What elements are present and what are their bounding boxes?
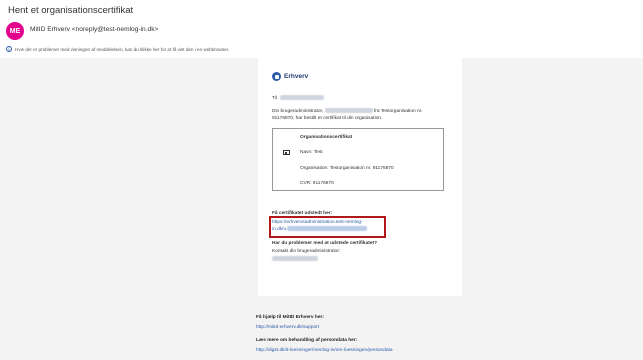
redacted-recipient bbox=[280, 95, 325, 101]
mitid-logo-icon bbox=[272, 72, 281, 81]
browser-notice-text[interactable]: Hvis der er problemer med visningen af m… bbox=[15, 47, 229, 52]
redacted-admin-name bbox=[324, 108, 373, 114]
email-card: Erhverv Til Din brugeradministrator, fra… bbox=[258, 58, 462, 296]
cert-cvr: CVR: 91176870 bbox=[300, 181, 334, 186]
greeting-suffix: fra Testorganisation nr. bbox=[373, 109, 423, 114]
greeting-text: Din brugeradministrator, fra Testorganis… bbox=[272, 108, 452, 122]
certificate-box: Organisationscertifikat Navn: Test Organ… bbox=[272, 128, 444, 191]
sender-name[interactable]: MitID Erhverv <noreply@test-nemlog-in.dk… bbox=[30, 26, 158, 33]
privacy-link[interactable]: http://digst.dk/it-loesninger/nemlog-in/… bbox=[256, 347, 393, 354]
info-icon: i bbox=[6, 46, 12, 52]
problem-heading: Har du problemer med at udstede certifik… bbox=[272, 241, 378, 246]
privacy-heading: Læs mere om behandling af persondata her… bbox=[256, 338, 358, 343]
help-link[interactable]: http://mitid-erhverv.dk/support bbox=[256, 324, 319, 331]
browser-notice[interactable]: i Hvis der er problemer med visningen af… bbox=[6, 46, 229, 52]
email-header: Hent et organisationscertifikat ME MitID… bbox=[0, 0, 643, 58]
contact-line bbox=[272, 256, 318, 263]
sender-avatar[interactable]: ME bbox=[6, 22, 24, 40]
cert-title: Organisationscertifikat bbox=[300, 135, 353, 140]
to-label: Til bbox=[272, 96, 277, 101]
greeting-prefix: Din brugeradministrator, bbox=[272, 109, 324, 114]
brand-label: Erhverv bbox=[284, 73, 309, 80]
certificate-icon bbox=[283, 150, 290, 155]
contact-text: Kontakt din brugeradministrator: bbox=[272, 249, 341, 254]
to-line: Til bbox=[272, 95, 325, 102]
help-heading: Få hjælp til MitID Erhverv her: bbox=[256, 315, 324, 320]
greeting-line2: 91176870, har bestilt et certifikat til … bbox=[272, 116, 383, 121]
email-body-canvas: Erhverv Til Din brugeradministrator, fra… bbox=[0, 58, 643, 360]
redacted-contact bbox=[272, 256, 318, 262]
email-subject: Hent et organisationscertifikat bbox=[8, 5, 134, 16]
cert-name: Navn: Test bbox=[300, 150, 323, 155]
highlight-box bbox=[269, 216, 386, 238]
mitid-brand: Erhverv bbox=[272, 72, 308, 81]
cert-organisation: Organisation: Testorganisation nr. 91176… bbox=[300, 166, 394, 171]
